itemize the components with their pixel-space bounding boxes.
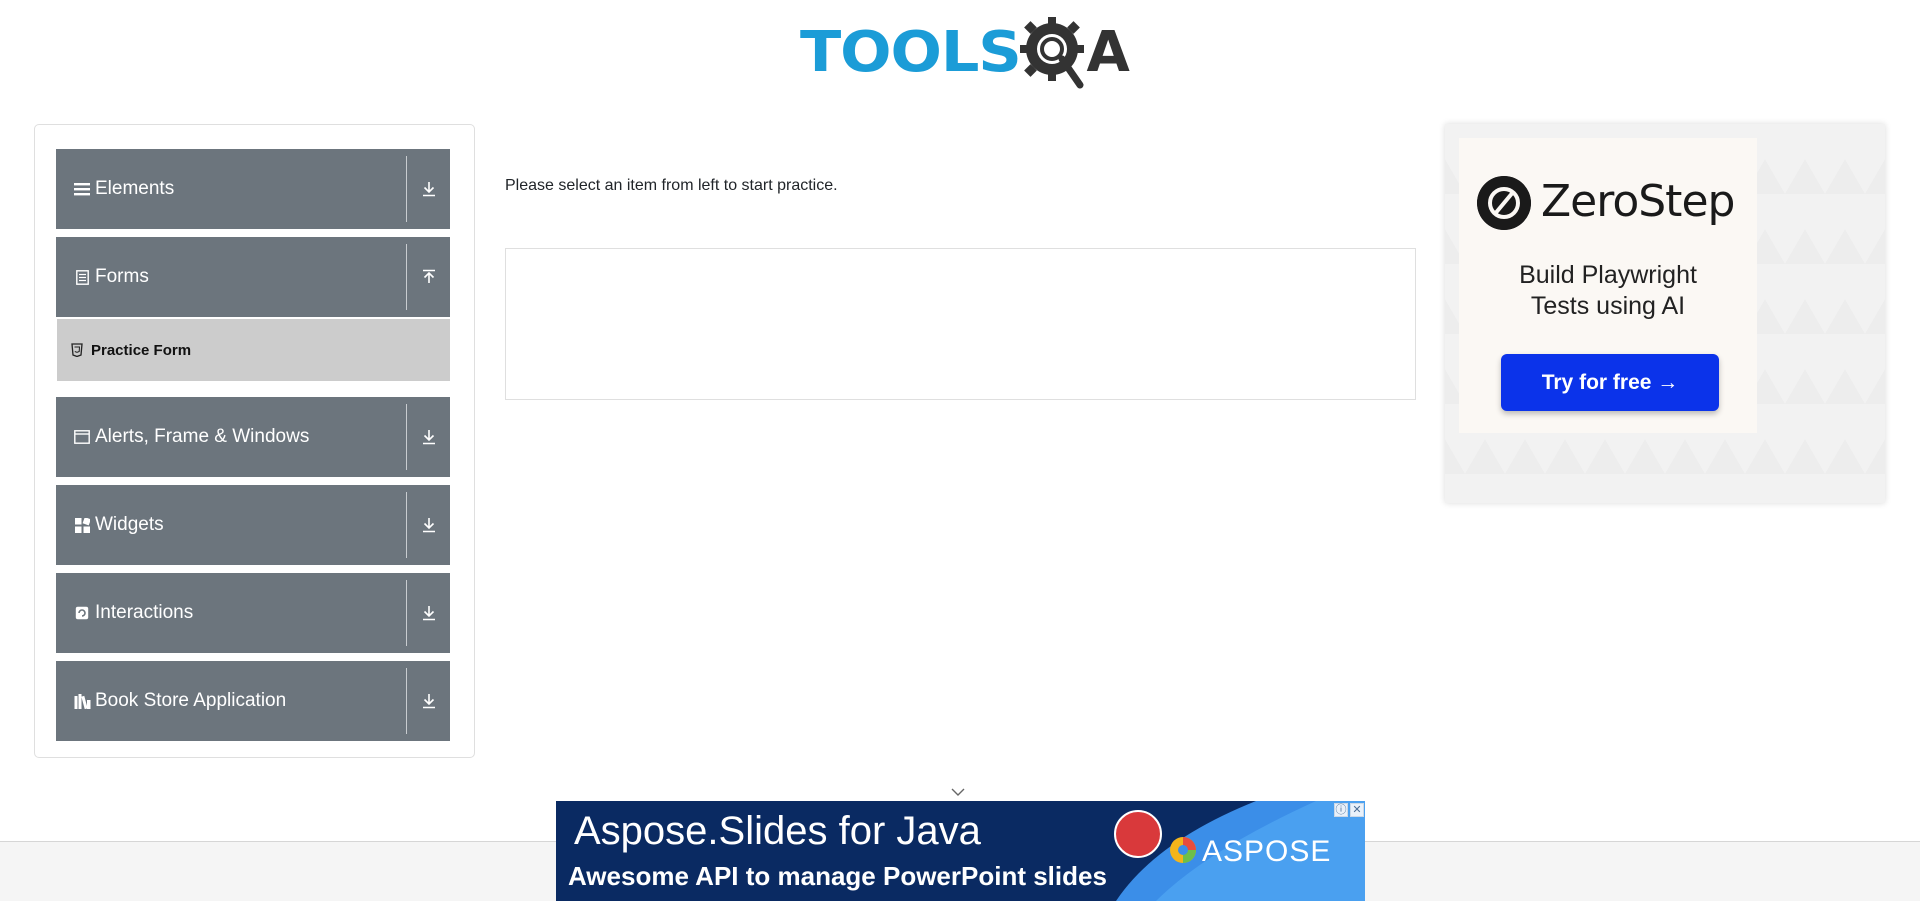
aspose-brand: ASPOSE: [1202, 835, 1332, 868]
sidebar-group-widgets[interactable]: Widgets: [56, 485, 450, 565]
logo-a-text: A: [1086, 20, 1130, 85]
divider: [406, 156, 407, 222]
gear-magnifier-icon: [1020, 17, 1085, 89]
divider: [406, 404, 407, 470]
upload-arrow-icon[interactable]: [420, 268, 438, 286]
sidebar-group-label: Widgets: [95, 514, 164, 535]
ad-title: Aspose.Slides for Java: [574, 809, 981, 853]
sidebar-group-label: Elements: [95, 178, 175, 199]
zerostep-logo-icon: [1477, 176, 1531, 230]
chevron-down-icon[interactable]: [950, 786, 966, 798]
ad-info-icon[interactable]: ⓘ: [1334, 803, 1348, 817]
download-arrow-icon[interactable]: [420, 180, 438, 198]
sidebar-group-label: Alerts, Frame & Windows: [95, 426, 310, 447]
form-doc-icon: [73, 268, 91, 286]
widgets-icon: [73, 516, 91, 534]
sidebar-group-label: Book Store Application: [95, 690, 287, 711]
content-placeholder-box: [505, 248, 1416, 400]
practice-instruction: Please select an item from left to start…: [505, 177, 838, 194]
ad-controls: ⓘ ✕: [1334, 803, 1364, 819]
interactions-icon: [73, 604, 91, 622]
download-arrow-icon[interactable]: [420, 692, 438, 710]
divider: [406, 244, 407, 310]
download-arrow-icon[interactable]: [420, 604, 438, 622]
java-logo-icon: [1114, 810, 1162, 858]
toolsqa-logo[interactable]: TOOLS A: [800, 14, 1130, 92]
divider: [406, 668, 407, 734]
sidebar-item-label: Practice Form: [91, 341, 192, 359]
divider: [406, 492, 407, 558]
aspose-swirl-icon: [1170, 837, 1196, 863]
ad-tagline-line1: Build Playwright: [1519, 261, 1697, 289]
ad-brand: ZeroStep: [1541, 176, 1735, 227]
zerostep-ad[interactable]: ZeroStep Build Playwright Tests using AI…: [1445, 124, 1885, 503]
window-icon: [73, 428, 91, 446]
ad-card: ZeroStep Build Playwright Tests using AI…: [1459, 138, 1757, 433]
sidebar-group-label: Forms: [95, 266, 149, 287]
aspose-banner-ad[interactable]: Aspose.Slides for Java Awesome API to ma…: [556, 801, 1365, 901]
ad-tagline: Build Playwright Tests using AI: [1459, 260, 1757, 322]
sidebar-panel: Elements Forms Practice Form Alerts, Fra…: [34, 124, 475, 758]
close-icon[interactable]: ✕: [1350, 803, 1364, 817]
logo-tools-text: TOOLS: [800, 20, 1022, 85]
sidebar-item-practice-form[interactable]: Practice Form: [57, 319, 450, 381]
sidebar-group-forms[interactable]: Forms: [56, 237, 450, 317]
books-icon: [73, 692, 91, 710]
ad-subtitle: Awesome API to manage PowerPoint slides: [568, 861, 1107, 891]
sidebar-group-elements[interactable]: Elements: [56, 149, 450, 229]
try-for-free-button[interactable]: Try for free →: [1501, 354, 1719, 411]
download-arrow-icon[interactable]: [420, 428, 438, 446]
ad-tagline-line2: Tests using AI: [1530, 292, 1686, 320]
sidebar-group-book-store[interactable]: Book Store Application: [56, 661, 450, 741]
list-icon: [73, 180, 91, 198]
sidebar-group-alerts[interactable]: Alerts, Frame & Windows: [56, 397, 450, 477]
divider: [406, 580, 407, 646]
sidebar-group-label: Interactions: [95, 602, 194, 623]
download-arrow-icon[interactable]: [420, 516, 438, 534]
html5-icon: [71, 343, 83, 357]
page: TOOLS A Elements Forms Practice Form Ale…: [0, 0, 1920, 901]
sidebar-group-interactions[interactable]: Interactions: [56, 573, 450, 653]
